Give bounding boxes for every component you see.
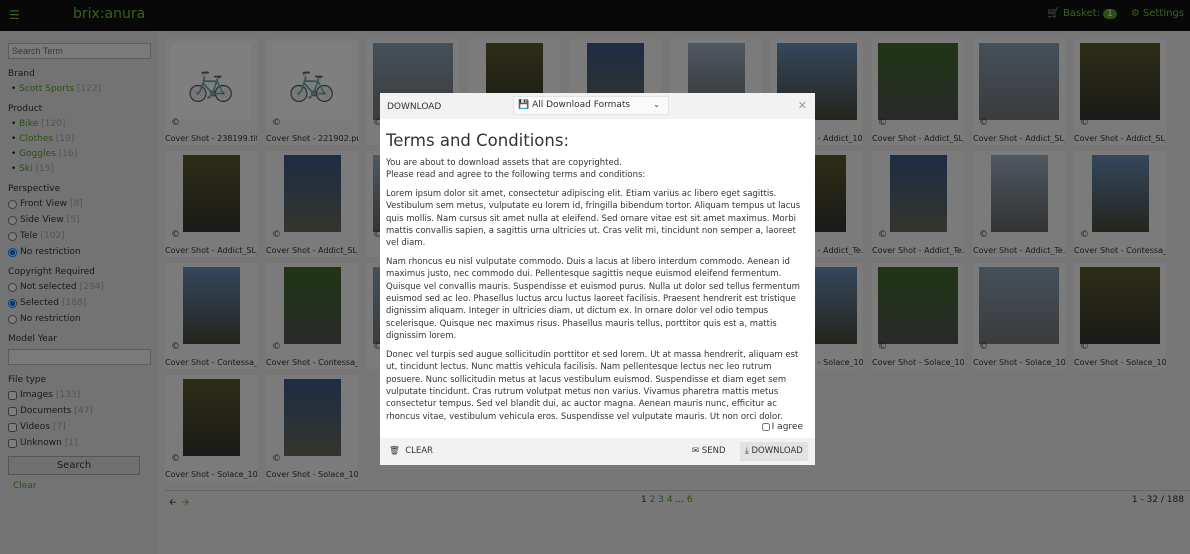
clear-label: CLEAR bbox=[405, 446, 433, 456]
clear-button[interactable]: 🗑 CLEAR bbox=[384, 442, 438, 461]
close-icon[interactable]: ✕ bbox=[798, 99, 807, 112]
chevron-down-icon: ⌄ bbox=[653, 100, 660, 109]
download-dialog: DOWNLOAD 💾 All Download Formats ⌄ ✕ Terms… bbox=[380, 93, 815, 465]
terms-scroll-area[interactable]: Terms and Conditions: You are about to d… bbox=[386, 131, 810, 421]
envelope-icon: ✉ bbox=[692, 446, 700, 456]
terms-paragraph: Donec vel turpis sed augue sollicitudin … bbox=[386, 349, 799, 421]
terms-intro: You are about to download assets that ar… bbox=[386, 158, 622, 168]
terms-heading: Terms and Conditions: bbox=[386, 131, 570, 150]
terms-paragraph: Lorem ipsum dolor sit amet, consectetur … bbox=[386, 188, 801, 249]
terms-paragraph: Nam rhoncus eu nisl vulputate commodo. D… bbox=[386, 256, 800, 342]
agree-checkbox[interactable] bbox=[761, 423, 770, 431]
format-select-value: All Download Formats bbox=[532, 100, 631, 110]
format-select[interactable]: 💾 All Download Formats ⌄ bbox=[513, 96, 669, 115]
download-button[interactable]: ⤓ DOWNLOAD bbox=[740, 442, 808, 461]
download-icon: ⤓ bbox=[745, 446, 749, 456]
download-label: DOWNLOAD bbox=[751, 446, 803, 456]
send-button[interactable]: ✉ SEND bbox=[687, 442, 731, 461]
download-file-icon: 💾 bbox=[518, 100, 530, 110]
send-label: SEND bbox=[701, 446, 726, 456]
agree-label: I agree bbox=[771, 422, 803, 432]
trash-icon: 🗑 bbox=[389, 446, 400, 456]
terms-intro: Please read and agree to the following t… bbox=[386, 170, 646, 181]
agree-checkbox-row[interactable]: I agree bbox=[761, 422, 803, 432]
dialog-title: DOWNLOAD bbox=[387, 102, 442, 112]
